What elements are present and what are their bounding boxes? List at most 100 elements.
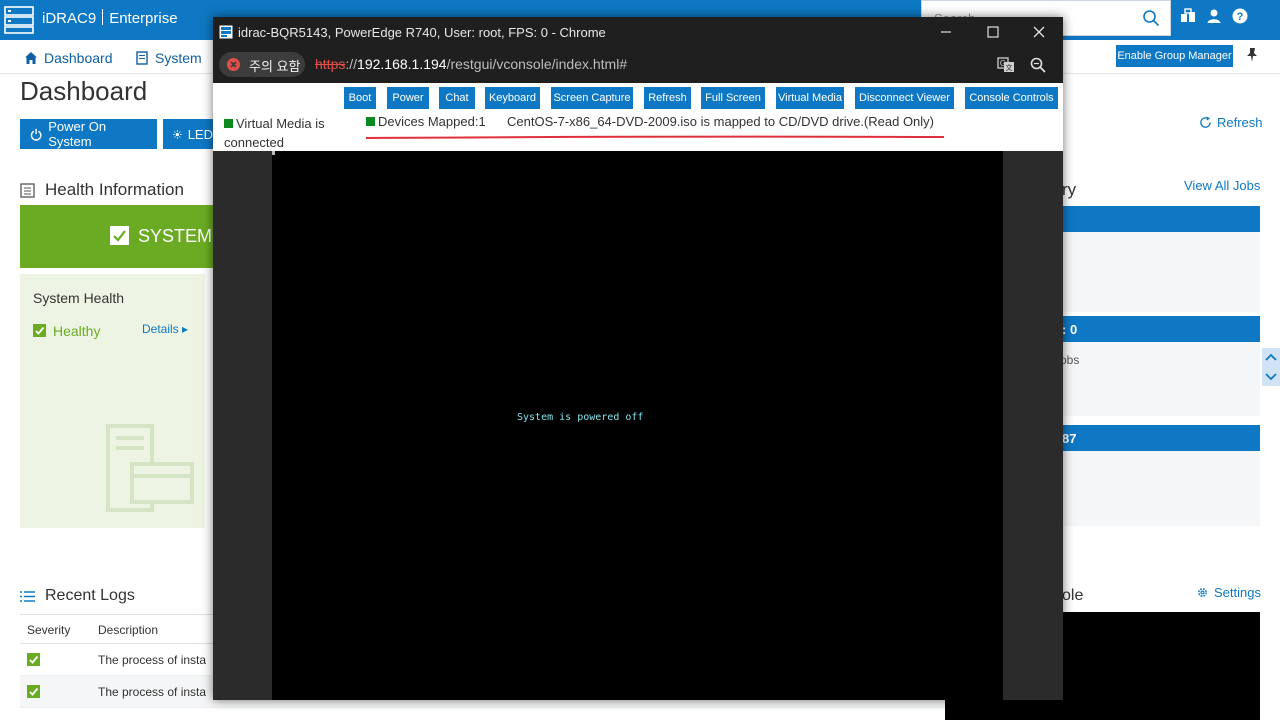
power-icon (30, 128, 42, 141)
close-icon[interactable] (1031, 24, 1047, 40)
devices-mapped-status: Devices Mapped:1 (366, 114, 486, 129)
security-warning-chip[interactable]: 주의 요함 (219, 52, 305, 77)
summary-bar: 87 (1040, 425, 1260, 451)
remote-screen[interactable]: System is powered off (272, 151, 1003, 700)
details-link[interactable]: Details ▸ (142, 322, 188, 336)
summary-bar: : 0 (1040, 316, 1260, 342)
refresh-label: Refresh (1217, 115, 1263, 130)
disconnect-viewer-button[interactable]: Disconnect Viewer (855, 87, 954, 109)
enable-group-manager-button[interactable]: Enable Group Manager (1116, 45, 1233, 67)
settings-link[interactable]: Settings (1196, 585, 1261, 600)
url-separator: :// (345, 56, 358, 72)
boot-button[interactable]: Boot (344, 87, 376, 109)
view-all-jobs-link[interactable]: View All Jobs (1184, 178, 1260, 193)
ok-severity-icon (27, 685, 40, 698)
status-green-square (366, 117, 375, 126)
column-description[interactable]: Description (98, 623, 158, 637)
gear-icon (1198, 588, 1207, 597)
url-path: /restgui/vconsole/index.html# (446, 56, 628, 72)
window-favicon-icon (219, 25, 233, 39)
refresh-button[interactable]: Refresh (644, 87, 691, 109)
maximize-icon[interactable] (985, 24, 1001, 40)
virtual-media-button[interactable]: Virtual Media (776, 87, 844, 109)
translate-icon[interactable]: G文 (997, 56, 1015, 74)
keyboard-button[interactable]: Keyboard (485, 87, 540, 109)
devices-mapped-text: Devices Mapped:1 (378, 114, 486, 129)
recent-logs-label: Recent Logs (45, 587, 135, 604)
page-title: Dashboard (20, 76, 148, 106)
virtual-media-status-text: Virtual Media is connected (224, 116, 325, 150)
recent-logs-heading: Recent Logs (20, 587, 135, 605)
app-brand: iDRAC9 Enterprise (42, 9, 178, 27)
virtual-media-status: Virtual Media is connected (224, 114, 354, 152)
url-text[interactable]: https://192.168.1.194/restgui/vconsole/i… (315, 56, 627, 72)
power-on-system-label: Power On System (48, 119, 107, 149)
led-label: LED (187, 126, 213, 142)
check-icon (110, 226, 129, 245)
full-screen-button[interactable]: Full Screen (701, 87, 765, 109)
details-label: Details (142, 322, 179, 336)
healthy-check-icon (33, 324, 46, 337)
summary-bar-value: : 0 (1062, 322, 1078, 337)
virtual-console-heading: ole (1062, 587, 1083, 605)
refresh-icon (1200, 116, 1211, 128)
idrac-logo-icon (4, 6, 34, 34)
address-bar[interactable]: 주의 요함 https://192.168.1.194/restgui/vcon… (213, 47, 1063, 83)
brand-name: iDRAC9 (42, 10, 97, 27)
column-severity[interactable]: Severity (27, 623, 70, 637)
summary-panel (1040, 232, 1260, 312)
summary-bar-value: 87 (1062, 431, 1077, 446)
system-health-panel: System Health Healthy Details ▸ (20, 274, 205, 528)
caret-right-icon: ▸ (182, 322, 189, 336)
chat-button[interactable]: Chat (439, 87, 475, 109)
iso-mapped-message: CentOS-7-x86_64-DVD-2009.iso is mapped t… (507, 114, 935, 129)
server-illustration-icon (106, 424, 194, 512)
summary-panel (1040, 451, 1260, 526)
nav-dashboard[interactable]: Dashboard (24, 50, 113, 66)
nav-dashboard-label: Dashboard (44, 50, 113, 66)
nav-system-label: System (155, 50, 202, 66)
power-button[interactable]: Power (387, 87, 429, 109)
console-controls-button[interactable]: Console Controls (965, 87, 1058, 109)
screen-message: System is powered off (517, 412, 644, 423)
nav-system[interactable]: System (135, 50, 202, 66)
security-warning-text: 주의 요함 (249, 59, 301, 74)
minimize-icon[interactable] (938, 24, 954, 40)
summary-bar (1040, 206, 1260, 232)
url-scheme: https (315, 56, 346, 72)
not-secure-icon (227, 58, 240, 71)
led-icon (173, 129, 182, 139)
power-on-system-button[interactable]: Power On System (20, 119, 157, 149)
screen-capture-button[interactable]: Screen Capture (551, 87, 633, 109)
health-information-heading: Health Information (20, 180, 184, 200)
zoom-icon[interactable] (1029, 56, 1047, 74)
refresh-link[interactable]: Refresh (1199, 115, 1263, 130)
header-icons: ? (1180, 8, 1248, 24)
list-icon (20, 590, 35, 602)
chevron-up-down-icon[interactable] (1262, 348, 1280, 386)
scroll-buttons[interactable] (1262, 348, 1280, 386)
brand-edition: Enterprise (109, 10, 178, 27)
system-health-title: System Health (33, 290, 125, 306)
health-list-icon (20, 182, 35, 198)
window-title: idrac-BQR5143, PowerEdge R740, User: roo… (238, 25, 606, 40)
svg-text:文: 文 (1006, 63, 1013, 72)
url-host: 192.168.1.194 (357, 56, 447, 72)
window-titlebar[interactable]: idrac-BQR5143, PowerEdge R740, User: roo… (213, 17, 1063, 47)
status-green-square (224, 119, 233, 128)
system-banner-label: SYSTEM (138, 226, 213, 246)
summary-panel: obs (1040, 342, 1260, 416)
pin-icon[interactable] (1245, 47, 1259, 63)
user-icon[interactable] (1206, 8, 1222, 24)
console-page: Boot Power Chat Keyboard Screen Capture … (213, 83, 1063, 700)
log-description: The process of insta (98, 685, 207, 699)
console-viewport[interactable]: System is powered off (213, 151, 1063, 700)
help-icon[interactable]: ? (1232, 8, 1248, 24)
home-icon (25, 52, 37, 64)
system-icon (136, 51, 148, 65)
mouse-cursor-icon (272, 151, 275, 155)
group-manager-icon[interactable] (1180, 8, 1196, 24)
search-icon[interactable] (1142, 9, 1160, 27)
red-underline-annotation (366, 135, 944, 139)
console-toolbar: Boot Power Chat Keyboard Screen Capture … (213, 83, 1063, 151)
